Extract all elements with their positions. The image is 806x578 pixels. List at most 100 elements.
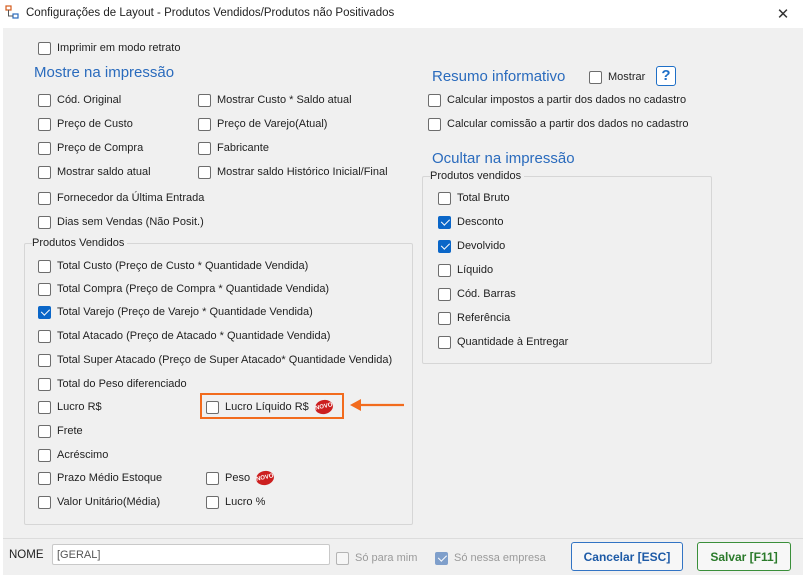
mostrar-checkbox[interactable]: Mostrar bbox=[589, 69, 645, 85]
checkbox-box[interactable] bbox=[38, 448, 51, 462]
fornecedor-checkbox[interactable]: Fornecedor da Última Entrada bbox=[38, 190, 204, 206]
checkbox-label: Total Bruto bbox=[457, 192, 510, 204]
so-para-mim-checkbox[interactable]: Só para mim bbox=[336, 550, 417, 566]
title-bar: Configurações de Layout - Produtos Vendi… bbox=[0, 0, 806, 28]
referencia-checkbox[interactable]: Referência bbox=[438, 310, 510, 326]
checkbox-box[interactable] bbox=[38, 93, 51, 107]
checkbox-box[interactable] bbox=[38, 353, 51, 367]
checkbox-box[interactable] bbox=[206, 495, 219, 509]
lucro-rs-checkbox[interactable]: Lucro R$ bbox=[38, 399, 102, 415]
total-atacado-checkbox[interactable]: Total Atacado (Preço de Atacado * Quanti… bbox=[38, 328, 330, 344]
liquido-checkbox[interactable]: Líquido bbox=[438, 262, 493, 278]
lucro-liquido-checkbox[interactable]: Lucro Líquido R$ NOVO bbox=[206, 398, 335, 416]
fabricante-checkbox[interactable]: Fabricante bbox=[198, 140, 269, 156]
lucro-pct-checkbox[interactable]: Lucro % bbox=[206, 494, 265, 510]
checkbox-box[interactable] bbox=[438, 191, 451, 205]
arrow-left-icon bbox=[350, 399, 404, 411]
mostrar-saldo-atual-checkbox[interactable]: Mostrar saldo atual bbox=[38, 164, 151, 180]
ocultar-group-title: Produtos vendidos bbox=[430, 170, 525, 182]
total-custo-checkbox[interactable]: Total Custo (Preço de Custo * Quantidade… bbox=[38, 258, 308, 274]
close-button[interactable]: ✕ bbox=[760, 0, 806, 28]
checkbox-box[interactable] bbox=[38, 424, 51, 438]
total-bruto-checkbox[interactable]: Total Bruto bbox=[438, 190, 510, 206]
checkbox-label: Lucro % bbox=[225, 496, 266, 508]
checkbox-box[interactable] bbox=[589, 70, 602, 84]
checkbox-label: Frete bbox=[57, 425, 83, 437]
preco-compra-checkbox[interactable]: Preço de Compra bbox=[38, 140, 143, 156]
total-varejo-checkbox[interactable]: Total Varejo (Preço de Varejo * Quantida… bbox=[38, 304, 313, 320]
desconto-checkbox[interactable]: Desconto bbox=[438, 214, 503, 230]
so-nessa-empresa-checkbox[interactable]: Só nessa empresa bbox=[435, 550, 546, 566]
cod-barras-checkbox[interactable]: Cód. Barras bbox=[438, 286, 516, 302]
checkbox-label: Total Atacado (Preço de Atacado * Quanti… bbox=[57, 330, 331, 342]
calcular-comissao-checkbox[interactable]: Calcular comissão a partir dos dados no … bbox=[428, 116, 689, 132]
ocultar-section-title: Ocultar na impressão bbox=[432, 150, 575, 167]
checkbox-box[interactable] bbox=[38, 471, 51, 485]
imprimir-retrato-checkbox[interactable]: Imprimir em modo retrato bbox=[38, 40, 180, 56]
checkbox-label: Mostrar saldo atual bbox=[57, 166, 151, 178]
novo-badge-icon: NOVO bbox=[254, 469, 276, 487]
checkbox-box[interactable] bbox=[198, 165, 211, 179]
checkbox-box[interactable] bbox=[438, 335, 451, 349]
checkbox-label: Fornecedor da Última Entrada bbox=[57, 192, 205, 204]
checkbox-label: Lucro R$ bbox=[57, 401, 102, 413]
checkbox-box[interactable] bbox=[38, 400, 51, 414]
saldo-historico-checkbox[interactable]: Mostrar saldo Histórico Inicial/Final bbox=[198, 164, 388, 180]
acrescimo-checkbox[interactable]: Acréscimo bbox=[38, 447, 108, 463]
checkbox-box[interactable] bbox=[198, 93, 211, 107]
checkbox-box[interactable] bbox=[38, 377, 51, 391]
checkbox-box[interactable] bbox=[38, 329, 51, 343]
checkbox-box[interactable] bbox=[198, 117, 211, 131]
checkbox-box[interactable] bbox=[206, 471, 219, 485]
cancel-button[interactable]: Cancelar [ESC] bbox=[571, 542, 683, 571]
total-super-atacado-checkbox[interactable]: Total Super Atacado (Preço de Super Atac… bbox=[38, 352, 392, 368]
valor-unitario-checkbox[interactable]: Valor Unitário(Média) bbox=[38, 494, 160, 510]
checkbox-box[interactable] bbox=[438, 287, 451, 301]
checkbox-box[interactable] bbox=[38, 165, 51, 179]
checkbox-label: Total Compra (Preço de Compra * Quantida… bbox=[57, 283, 330, 295]
nome-label: NOME bbox=[9, 549, 44, 561]
checkbox-box[interactable] bbox=[38, 282, 51, 296]
dias-sem-vendas-checkbox[interactable]: Dias sem Vendas (Não Posit.) bbox=[38, 214, 204, 230]
save-button[interactable]: Salvar [F11] bbox=[697, 542, 791, 571]
checkbox-box[interactable] bbox=[206, 400, 219, 414]
checkbox-box[interactable] bbox=[438, 215, 451, 229]
checkbox-box[interactable] bbox=[38, 215, 51, 229]
checkbox-box[interactable] bbox=[336, 551, 349, 565]
checkbox-label: Desconto bbox=[457, 216, 504, 228]
preco-varejo-checkbox[interactable]: Preço de Varejo(Atual) bbox=[198, 116, 327, 132]
cod-original-checkbox[interactable]: Cód. Original bbox=[38, 92, 121, 108]
checkbox-box[interactable] bbox=[38, 191, 51, 205]
devolvido-checkbox[interactable]: Devolvido bbox=[438, 238, 505, 254]
total-compra-checkbox[interactable]: Total Compra (Preço de Compra * Quantida… bbox=[38, 281, 329, 297]
checkbox-box[interactable] bbox=[38, 259, 51, 273]
checkbox-label: Mostrar bbox=[608, 71, 646, 83]
checkbox-box[interactable] bbox=[435, 551, 448, 565]
frete-checkbox[interactable]: Frete bbox=[38, 423, 83, 439]
calcular-impostos-checkbox[interactable]: Calcular impostos a partir dos dados no … bbox=[428, 92, 686, 108]
total-peso-checkbox[interactable]: Total do Peso diferenciado bbox=[38, 376, 187, 392]
checkbox-label: Lucro Líquido R$ bbox=[225, 401, 309, 413]
checkbox-box[interactable] bbox=[38, 305, 51, 319]
checkbox-box[interactable] bbox=[38, 41, 51, 55]
quantidade-entregar-checkbox[interactable]: Quantidade à Entregar bbox=[438, 334, 568, 350]
checkbox-box[interactable] bbox=[198, 141, 211, 155]
novo-badge-icon: NOVO bbox=[313, 398, 335, 416]
checkbox-box[interactable] bbox=[428, 93, 441, 107]
checkbox-box[interactable] bbox=[38, 495, 51, 509]
custo-saldo-checkbox[interactable]: Mostrar Custo * Saldo atual bbox=[198, 92, 352, 108]
mostre-section-title: Mostre na impressão bbox=[34, 64, 175, 81]
checkbox-box[interactable] bbox=[428, 117, 441, 131]
checkbox-box[interactable] bbox=[438, 239, 451, 253]
nome-input[interactable] bbox=[52, 544, 330, 565]
checkbox-box[interactable] bbox=[438, 263, 451, 277]
prazo-medio-checkbox[interactable]: Prazo Médio Estoque bbox=[38, 470, 162, 486]
produtos-vendidos-title: Produtos Vendidos bbox=[32, 237, 128, 249]
checkbox-box[interactable] bbox=[438, 311, 451, 325]
preco-custo-checkbox[interactable]: Preço de Custo bbox=[38, 116, 133, 132]
peso-checkbox[interactable]: Peso NOVO bbox=[206, 469, 276, 487]
checkbox-label: Total Custo (Preço de Custo * Quantidade… bbox=[57, 260, 309, 272]
checkbox-box[interactable] bbox=[38, 117, 51, 131]
checkbox-box[interactable] bbox=[38, 141, 51, 155]
help-icon[interactable]: ? bbox=[656, 66, 676, 86]
